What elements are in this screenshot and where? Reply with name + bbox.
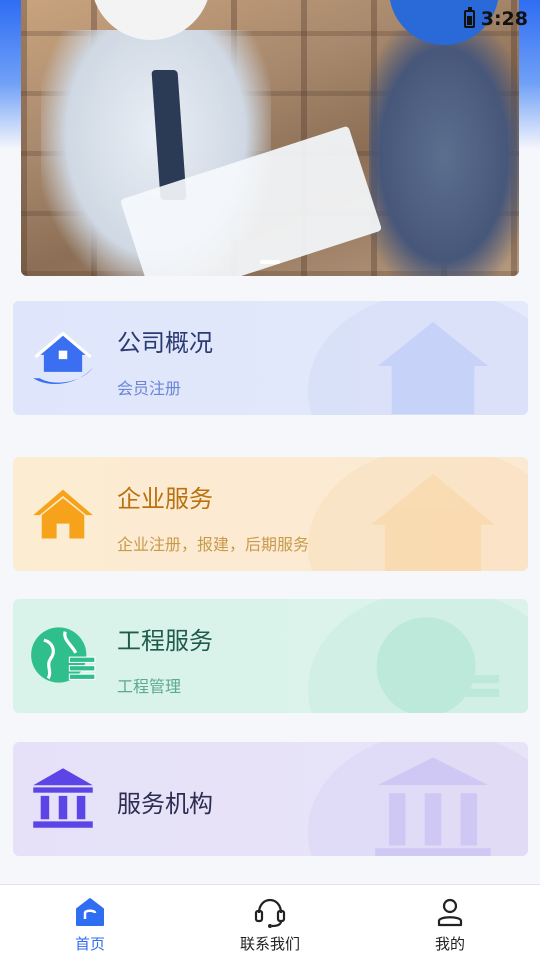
institution-icon — [33, 768, 93, 828]
globe-watermark-icon — [376, 617, 499, 713]
bottom-tab-bar: 首页 联系我们 我的 — [0, 884, 540, 961]
tab-label: 首页 — [74, 935, 105, 953]
tab-mine[interactable]: 我的 — [360, 885, 540, 961]
card-title: 企业服务 — [117, 485, 213, 513]
tab-contact-us[interactable]: 联系我们 — [180, 885, 360, 961]
card-title: 服务机构 — [117, 790, 213, 818]
status-time: 3:28 — [480, 8, 528, 30]
card-service-institution[interactable]: 服务机构 — [13, 742, 528, 856]
card-title: 公司概况 — [117, 329, 213, 357]
banner-indicator — [260, 260, 280, 264]
institution-watermark-icon — [375, 757, 491, 856]
user-icon — [437, 898, 463, 927]
card-enterprise-service[interactable]: 企业服务 企业注册，报建，后期服务 — [13, 457, 528, 571]
card-title: 工程服务 — [117, 627, 213, 655]
home-icon — [33, 489, 93, 539]
card-subtitle: 工程管理 — [117, 677, 182, 696]
headset-icon — [254, 898, 286, 928]
tab-label: 联系我们 — [239, 935, 300, 953]
home-watermark-icon — [371, 473, 495, 571]
banner-carousel[interactable] — [21, 0, 519, 276]
tab-label: 我的 — [434, 935, 465, 953]
card-company-overview[interactable]: 公司概况 会员注册 — [13, 301, 528, 415]
banner-dot-active — [260, 260, 280, 264]
banner-person-right — [369, 30, 519, 276]
card-subtitle: 会员注册 — [117, 379, 182, 398]
card-subtitle: 企业注册，报建，后期服务 — [117, 535, 310, 554]
globe-icon — [31, 627, 96, 683]
home-tab-icon — [76, 898, 104, 926]
card-engineering-service[interactable]: 工程服务 工程管理 — [13, 599, 528, 713]
battery-icon — [463, 7, 475, 28]
status-bar: 3:28 — [463, 6, 528, 32]
tab-home[interactable]: 首页 — [0, 885, 180, 961]
house-icon — [33, 331, 93, 385]
house-watermark-icon — [378, 322, 488, 415]
